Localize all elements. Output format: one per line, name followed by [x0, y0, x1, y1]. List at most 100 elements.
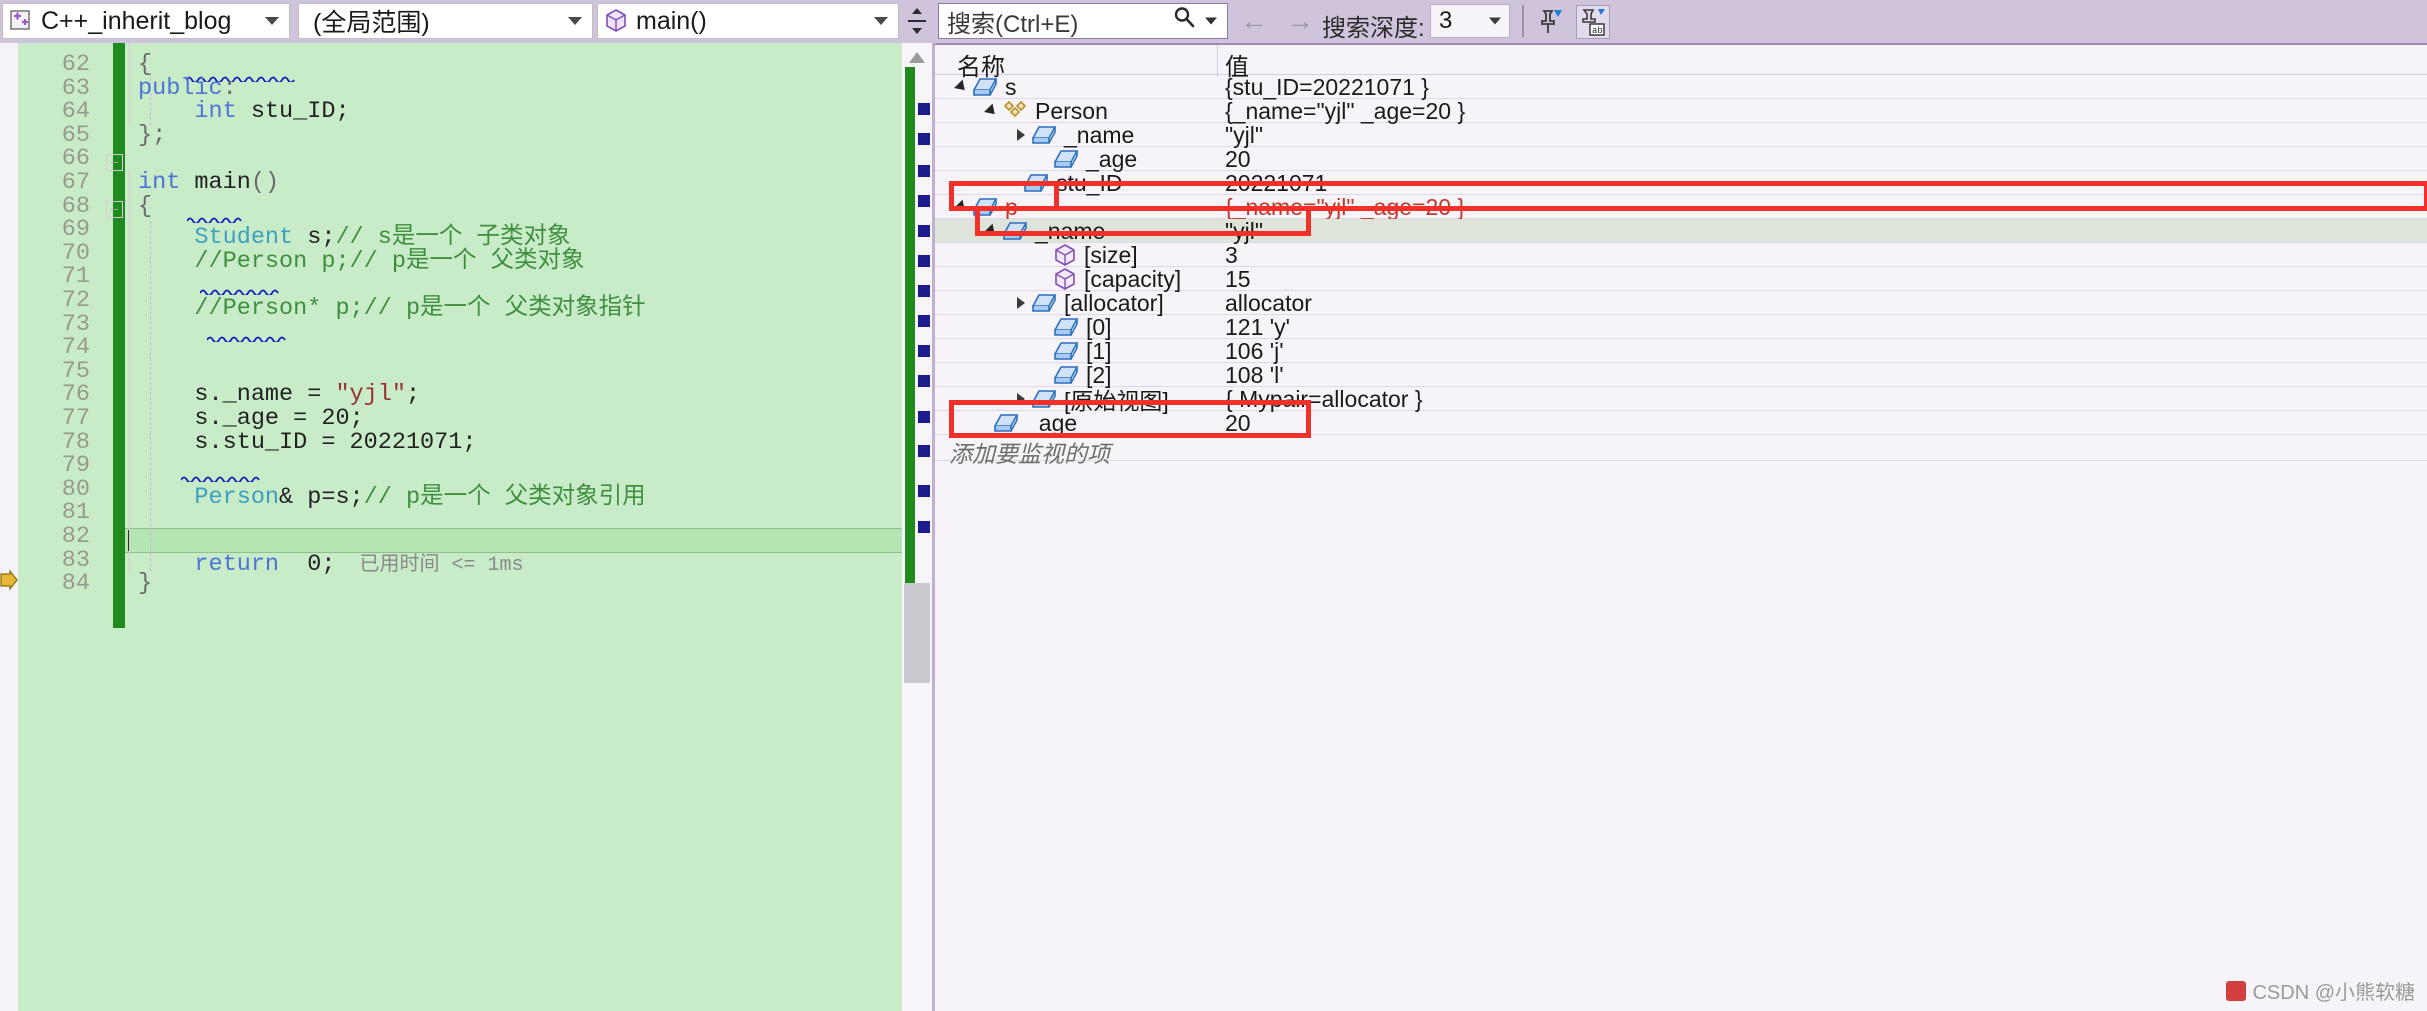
- code-line[interactable]: Person& p=s;// p是一个 父类对象引用: [138, 476, 645, 511]
- code-line[interactable]: //Person p;// p是一个 父类对象: [138, 240, 584, 275]
- expander-collapsed-icon[interactable]: [1017, 297, 1025, 309]
- code-line[interactable]: };: [138, 122, 166, 149]
- expander-expanded-icon[interactable]: [954, 79, 969, 95]
- watch-row-name-cell[interactable]: p: [954, 194, 1018, 220]
- code-token: s.stu_ID =: [138, 428, 350, 456]
- watch-row[interactable]: _name "yjl": [935, 122, 2427, 148]
- code-line[interactable]: int main(): [138, 169, 279, 196]
- code-line[interactable]: int stu_ID;: [138, 98, 349, 126]
- expander-expanded-icon[interactable]: [984, 223, 999, 239]
- watch-row-value[interactable]: { Mypair=allocator }: [1225, 386, 1423, 412]
- expander-collapsed-icon[interactable]: [1017, 129, 1025, 141]
- watch-row[interactable]: [size] 3: [935, 241, 2427, 268]
- watch-row[interactable]: [capacity] 15: [935, 266, 2427, 292]
- watch-row[interactable]: _age 20: [935, 409, 2427, 436]
- watch-row[interactable]: Person {_name="yjl" _age=20 }: [935, 98, 2427, 124]
- watch-row-name-cell[interactable]: _name: [984, 217, 1106, 244]
- scope-dropdown[interactable]: (全局范围): [298, 3, 593, 39]
- watch-row[interactable]: [allocator] allocator: [935, 290, 2427, 316]
- column-divider[interactable]: [1217, 45, 1218, 77]
- code-token: ;: [405, 381, 421, 409]
- watch-row[interactable]: [原始视图] { Mypair=allocator }: [935, 386, 2427, 414]
- watch-row-value[interactable]: 106 'j': [1225, 338, 1284, 364]
- watch-row-value[interactable]: 108 'l': [1225, 362, 1284, 388]
- watch-row[interactable]: s {stu_ID=20221071 }: [935, 74, 2427, 100]
- code-token: return: [194, 550, 280, 578]
- line-number: 84: [61, 570, 90, 598]
- watch-row-name-cell[interactable]: _name: [1017, 122, 1134, 148]
- code-line[interactable]: }: [138, 570, 152, 597]
- watch-row-name: _age: [1026, 409, 1078, 436]
- watch-row-value[interactable]: 20221071: [1225, 170, 1327, 196]
- watch-row-name-cell[interactable]: [capacity]: [1047, 266, 1181, 292]
- watch-row[interactable]: p {_name="yjl" _age=20 }: [935, 194, 2427, 220]
- code-token: 0: [307, 550, 322, 578]
- watch-row-name-cell[interactable]: s: [954, 74, 1017, 100]
- scope-dropdown-label: (全局范围): [313, 9, 430, 37]
- watch-row-name-cell[interactable]: [1]: [1047, 338, 1112, 364]
- watch-row-value[interactable]: 20: [1225, 146, 1251, 172]
- watch-row-value[interactable]: "yjl": [1225, 122, 1263, 148]
- watch-row[interactable]: _name "yjl": [935, 217, 2427, 244]
- watch-row-name: _name: [1035, 217, 1106, 244]
- code-line[interactable]: s.stu_ID = 20221071;: [138, 429, 476, 456]
- watch-row-name: _age: [1086, 145, 1138, 172]
- arrow-right-icon[interactable]: →: [1286, 7, 1314, 35]
- hex-display-button[interactable]: ab: [1576, 5, 1610, 39]
- project-dropdown[interactable]: C++_inherit_blog: [2, 3, 290, 39]
- watch-row-name-cell[interactable]: [原始视图]: [1017, 387, 1169, 414]
- fold-toggle-block[interactable]: −: [106, 201, 123, 218]
- code-token: int: [194, 98, 237, 126]
- watch-row-name-cell[interactable]: [0]: [1047, 314, 1112, 340]
- code-line[interactable]: //Person* p;// p是一个 父类对象指针: [138, 287, 645, 322]
- expander-collapsed-icon[interactable]: [1017, 393, 1025, 405]
- watch-row-name-cell[interactable]: _age: [1047, 145, 1138, 172]
- watch-row-name-cell[interactable]: [size]: [1047, 241, 1138, 268]
- pin-button[interactable]: [1534, 5, 1568, 39]
- add-watch-row[interactable]: 添加要监视的项: [935, 435, 2427, 467]
- scrollbar-marker-track: [918, 43, 932, 1011]
- watch-row-value[interactable]: 20: [1225, 410, 1251, 436]
- function-dropdown[interactable]: main(): [597, 3, 899, 39]
- watch-row[interactable]: [1] 106 'j': [935, 338, 2427, 364]
- watch-row[interactable]: [0] 121 'y': [935, 314, 2427, 340]
- watch-row-value[interactable]: 3: [1225, 242, 1238, 268]
- watch-panel[interactable]: 名称 值 s {stu_ID=20221071 } Person {_name="yj…: [932, 43, 2427, 1011]
- scrollbar-thumb[interactable]: [904, 583, 930, 683]
- current-line-top-border: [125, 528, 902, 529]
- watch-row-value[interactable]: 121 'y': [1225, 314, 1290, 340]
- watch-row[interactable]: _age 20: [935, 145, 2427, 172]
- editor-vertical-scrollbar[interactable]: [902, 43, 932, 1011]
- watch-row-name-cell[interactable]: [allocator]: [1017, 290, 1164, 316]
- arrow-left-icon[interactable]: ←: [1240, 7, 1268, 35]
- watch-row-name-cell[interactable]: stu_ID: [1017, 170, 1122, 196]
- watch-row-name: [size]: [1084, 241, 1138, 268]
- code-token: main: [194, 169, 251, 196]
- watch-row-name-cell[interactable]: Person: [984, 98, 1108, 124]
- search-icon[interactable]: [1173, 7, 1195, 36]
- watch-row-name-cell[interactable]: _age: [987, 409, 1078, 436]
- watch-row-value[interactable]: {stu_ID=20221071 }: [1225, 74, 1429, 100]
- watch-row-value[interactable]: allocator: [1225, 290, 1312, 316]
- search-options-chevron-icon[interactable]: [1205, 17, 1217, 25]
- property-cube-icon: [1053, 267, 1077, 291]
- watch-row-value[interactable]: 15: [1225, 266, 1251, 292]
- property-cube-icon: [1053, 243, 1077, 267]
- expander-expanded-icon[interactable]: [984, 103, 999, 119]
- watch-row-value[interactable]: "yjl": [1225, 218, 1263, 244]
- watch-row-value[interactable]: {_name="yjl" _age=20 }: [1225, 194, 1465, 220]
- code-editor[interactable]: − − 62{63 public: 64 int stu_ID; 65}; 6…: [0, 43, 932, 1011]
- split-view-button[interactable]: [903, 3, 931, 39]
- editor-left-margin: [0, 43, 18, 1011]
- fold-toggle-main[interactable]: −: [106, 154, 123, 171]
- watch-row-value[interactable]: {_name="yjl" _age=20 }: [1225, 98, 1465, 124]
- expander-expanded-icon[interactable]: [954, 199, 969, 215]
- search-input[interactable]: 搜索(Ctrl+E): [938, 3, 1228, 39]
- editor-surface[interactable]: − − 62{63 public: 64 int stu_ID; 65}; 6…: [18, 43, 902, 1011]
- watch-row[interactable]: stu_ID 20221071: [935, 170, 2427, 196]
- code-line[interactable]: return 0; 已用时间 <= 1ms: [138, 547, 523, 578]
- search-depth-dropdown[interactable]: 3: [1430, 4, 1510, 38]
